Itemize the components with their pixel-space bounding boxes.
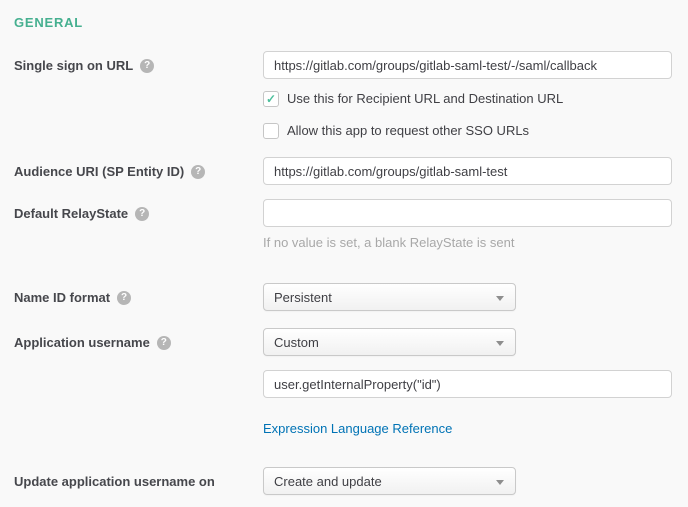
field-row-audience-uri: Audience URI (SP Entity ID) ? <box>14 157 672 185</box>
audience-uri-input[interactable] <box>263 157 672 185</box>
expression-language-reference-link[interactable]: Expression Language Reference <box>263 421 452 436</box>
recipient-url-checkbox-label: Use this for Recipient URL and Destinati… <box>287 91 563 107</box>
audience-uri-controls <box>263 157 672 185</box>
dropdown-arrow-icon <box>496 341 504 346</box>
name-id-format-controls: Persistent <box>263 283 672 311</box>
default-relay-state-controls: If no value is set, a blank RelayState i… <box>263 199 672 250</box>
application-username-selected-value: Custom <box>274 335 319 350</box>
application-username-label-group: Application username ? <box>14 328 263 350</box>
update-application-username-label-group: Update application username on <box>14 467 263 489</box>
update-application-username-selected-value: Create and update <box>274 474 382 489</box>
section-heading-general: GENERAL <box>14 15 672 30</box>
default-relay-state-label-group: Default RelayState ? <box>14 199 263 221</box>
audience-uri-label: Audience URI (SP Entity ID) <box>14 164 184 179</box>
expression-language-reference-wrap: Expression Language Reference <box>263 420 672 438</box>
recipient-url-checkbox[interactable]: ✓ <box>263 91 279 107</box>
help-icon[interactable]: ? <box>117 291 131 305</box>
update-application-username-controls: Create and update <box>263 467 672 495</box>
default-relay-state-input[interactable] <box>263 199 672 227</box>
application-username-controls: Custom Expression Language Reference <box>263 328 672 438</box>
default-relay-state-label: Default RelayState <box>14 206 128 221</box>
field-row-update-application-username-on: Update application username on Create an… <box>14 467 672 495</box>
dropdown-arrow-icon <box>496 296 504 301</box>
recipient-url-checkbox-row: ✓ Use this for Recipient URL and Destina… <box>263 91 672 107</box>
field-row-default-relay-state: Default RelayState ? If no value is set,… <box>14 199 672 250</box>
default-relay-state-hint: If no value is set, a blank RelayState i… <box>263 235 672 250</box>
single-sign-on-url-label-group: Single sign on URL ? <box>14 51 263 73</box>
saml-settings-general-section: GENERAL Single sign on URL ? ✓ Use this … <box>0 0 688 507</box>
help-icon[interactable]: ? <box>135 207 149 221</box>
application-username-custom-expression-input[interactable] <box>263 370 672 398</box>
single-sign-on-url-label: Single sign on URL <box>14 58 133 73</box>
other-sso-urls-checkbox-label: Allow this app to request other SSO URLs <box>287 123 529 139</box>
field-row-application-username: Application username ? Custom Expression… <box>14 328 672 438</box>
field-row-single-sign-on-url: Single sign on URL ? ✓ Use this for Reci… <box>14 51 672 139</box>
single-sign-on-url-input[interactable] <box>263 51 672 79</box>
audience-uri-label-group: Audience URI (SP Entity ID) ? <box>14 157 263 179</box>
update-application-username-label: Update application username on <box>14 474 215 489</box>
name-id-format-label-group: Name ID format ? <box>14 283 263 305</box>
help-icon[interactable]: ? <box>157 336 171 350</box>
name-id-format-dropdown[interactable]: Persistent <box>263 283 516 311</box>
single-sign-on-url-controls: ✓ Use this for Recipient URL and Destina… <box>263 51 672 139</box>
application-username-label: Application username <box>14 335 150 350</box>
name-id-format-label: Name ID format <box>14 290 110 305</box>
application-username-dropdown[interactable]: Custom <box>263 328 516 356</box>
help-icon[interactable]: ? <box>140 59 154 73</box>
field-row-name-id-format: Name ID format ? Persistent <box>14 283 672 311</box>
help-icon[interactable]: ? <box>191 165 205 179</box>
other-sso-urls-checkbox[interactable] <box>263 123 279 139</box>
update-application-username-dropdown[interactable]: Create and update <box>263 467 516 495</box>
name-id-format-selected-value: Persistent <box>274 290 332 305</box>
other-sso-urls-checkbox-row: Allow this app to request other SSO URLs <box>263 123 672 139</box>
dropdown-arrow-icon <box>496 480 504 485</box>
